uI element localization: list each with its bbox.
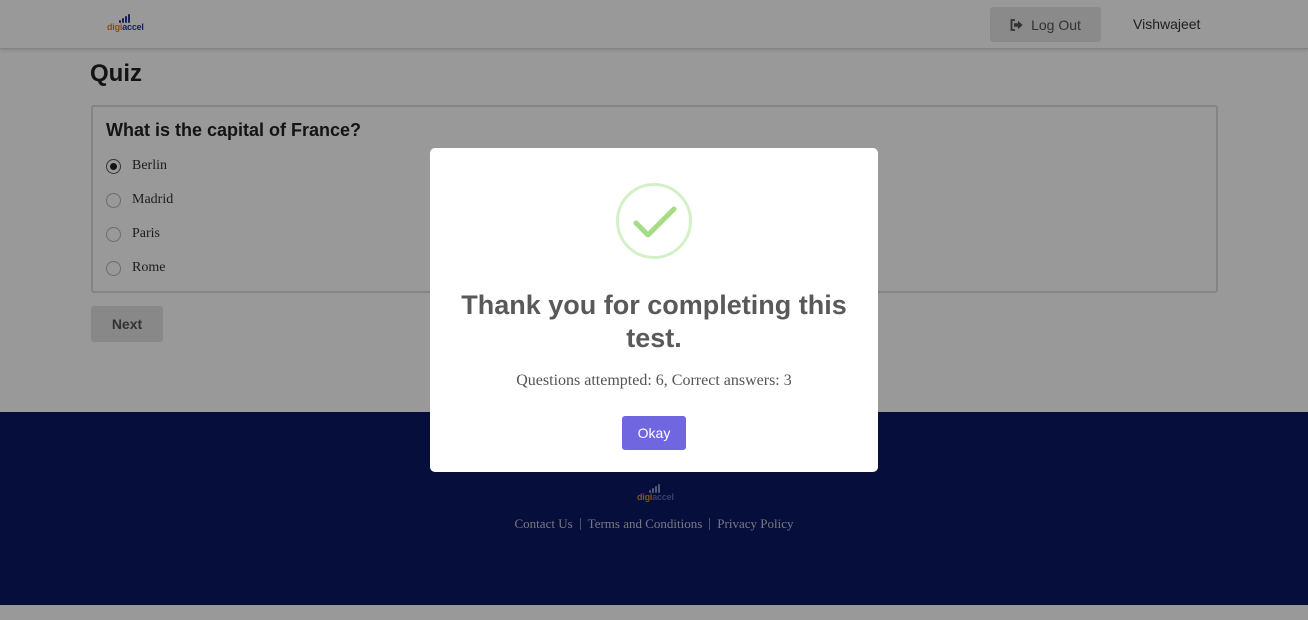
dialog-summary: Questions attempted: 6, Correct answers:… (516, 372, 792, 389)
completion-dialog: Thank you for completing this test. Ques… (430, 148, 878, 472)
success-check-icon (616, 183, 692, 259)
dialog-title: Thank you for completing this test. (461, 290, 847, 353)
okay-button[interactable]: Okay (622, 416, 686, 450)
